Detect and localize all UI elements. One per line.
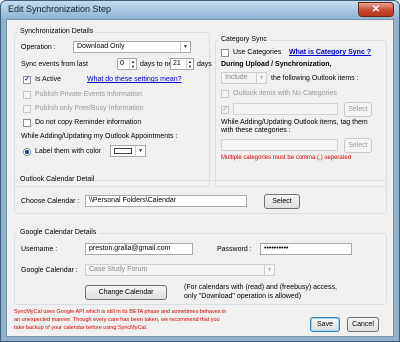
filter-select-button[interactable]: Select bbox=[344, 102, 372, 117]
radio-selected-dot bbox=[25, 150, 29, 154]
calendar-access-note-line2: only "Download" operation is allowed) bbox=[184, 293, 302, 300]
window-title: Edit Synchronization Step bbox=[8, 4, 112, 14]
operation-value: Download Only bbox=[77, 43, 125, 50]
is-active-checkbox[interactable]: ✓ bbox=[23, 76, 31, 84]
category-sync-help-link[interactable]: What is Category Sync ? bbox=[289, 49, 371, 56]
days-last-spin-icon[interactable]: ▲ ▼ bbox=[129, 59, 136, 69]
include-dropdown-icon[interactable]: ▼ bbox=[256, 73, 266, 83]
is-active-label: Is Active bbox=[35, 76, 62, 83]
sync-range-label: Sync events from last bbox=[21, 61, 88, 68]
days-suffix-label: days bbox=[197, 61, 212, 68]
close-button[interactable]: ✕ bbox=[358, 2, 394, 17]
no-categories-label: Outlook items with No Categories bbox=[233, 90, 337, 97]
appointments-label: While Adding/Updating my Outlook Appoint… bbox=[21, 133, 178, 140]
username-input[interactable]: preston.gralla@gmail.com bbox=[85, 243, 193, 255]
days-last-value: 0 bbox=[120, 60, 124, 67]
during-upload-label: During Upload / Synchronization, bbox=[221, 61, 332, 68]
username-label: Username : bbox=[21, 246, 58, 253]
publish-freebusy-checkbox[interactable] bbox=[23, 105, 31, 113]
tag-label-line2: with these categories : bbox=[221, 127, 291, 134]
settings-help-link[interactable]: What do these settings mean? bbox=[87, 76, 182, 83]
calendar-access-note-line1: (For calendars with (read) and (freebusy… bbox=[184, 284, 337, 291]
days-next-spin-icon[interactable]: ▲ ▼ bbox=[186, 59, 193, 69]
filter-categories-checkbox[interactable]: ✓ bbox=[221, 106, 229, 114]
password-value: •••••••••• bbox=[264, 245, 289, 252]
dialog-client-area: Synchronization Details Operation : Down… bbox=[6, 19, 394, 337]
days-last-stepper[interactable]: 0 ▲ ▼ bbox=[117, 58, 137, 70]
save-button[interactable]: Save bbox=[310, 317, 340, 332]
operation-select[interactable]: Download Only ▼ bbox=[73, 41, 191, 53]
tag-label-line1: While Adding/Updating Outlook items, tag… bbox=[221, 119, 368, 126]
username-value: preston.gralla@gmail.com bbox=[89, 245, 171, 252]
outlook-calendar-path-field[interactable]: \\Personal Folders\Calendar bbox=[85, 195, 247, 207]
no-categories-checkbox[interactable] bbox=[221, 90, 229, 98]
following-items-label: the following Outlook items : bbox=[271, 75, 359, 82]
google-calendar-value: Case Study Forum bbox=[89, 266, 148, 273]
password-label: Password : bbox=[217, 246, 252, 253]
google-calendar-select[interactable]: Case Study Forum ▼ bbox=[85, 264, 275, 276]
publish-private-checkbox[interactable] bbox=[23, 91, 31, 99]
operation-dropdown-icon[interactable]: ▼ bbox=[180, 42, 190, 52]
cancel-button[interactable]: Cancel bbox=[347, 317, 379, 332]
operation-label: Operation : bbox=[21, 44, 56, 51]
use-categories-checkbox[interactable] bbox=[221, 49, 229, 57]
color-dropdown-icon[interactable]: ▼ bbox=[135, 146, 145, 156]
outlook-calendar-path: \\Personal Folders\Calendar bbox=[89, 197, 177, 204]
tag-categories-field[interactable] bbox=[221, 139, 338, 151]
use-categories-label: Use Categories bbox=[233, 49, 282, 56]
spin-down-icon[interactable]: ▼ bbox=[188, 64, 192, 69]
label-color-radio[interactable] bbox=[23, 148, 31, 156]
days-next-stepper[interactable]: 21 ▲ ▼ bbox=[170, 58, 194, 70]
change-calendar-button[interactable]: Change Calendar bbox=[85, 285, 167, 300]
filter-categories-field[interactable] bbox=[233, 103, 338, 115]
category-warning: Multiple categories must be comma (,) se… bbox=[221, 155, 352, 161]
spin-down-icon[interactable]: ▼ bbox=[131, 64, 135, 69]
tag-select-button[interactable]: Select bbox=[344, 138, 372, 153]
no-reminder-label: Do not copy Reminder information bbox=[35, 119, 142, 126]
google-calendar-dropdown-icon[interactable]: ▼ bbox=[264, 265, 274, 275]
password-input[interactable]: •••••••••• bbox=[260, 243, 352, 255]
beta-note-line1: SyncMyCal uses Google API which is still… bbox=[14, 309, 227, 315]
google-calendar-label: Google Calendar : bbox=[21, 267, 78, 274]
include-value: Include bbox=[225, 74, 248, 81]
choose-calendar-label: Choose Calendar : bbox=[21, 198, 80, 205]
sync-details-legend: Synchronization Details bbox=[18, 28, 96, 35]
google-calendar-legend: Google Calendar Details bbox=[18, 229, 99, 236]
title-bar[interactable]: Edit Synchronization Step ✕ bbox=[1, 1, 399, 19]
include-select[interactable]: Include ▼ bbox=[221, 72, 267, 84]
label-color-label: Label them with color bbox=[35, 148, 102, 155]
category-sync-legend: Category Sync bbox=[219, 36, 269, 43]
publish-private-label: Publish Private Events Information bbox=[35, 91, 142, 98]
publish-freebusy-label: Publish only Free/Busy Information bbox=[35, 105, 144, 112]
days-next-value: 21 bbox=[173, 60, 181, 67]
color-swatch bbox=[114, 148, 132, 154]
beta-note-line2: an unexpected manner. Though every care … bbox=[14, 317, 220, 323]
outlook-select-button[interactable]: Select bbox=[264, 194, 300, 209]
beta-note-line3: take backup of your calendar before usin… bbox=[14, 325, 148, 331]
color-picker[interactable]: ▼ bbox=[110, 145, 146, 157]
outlook-calendar-legend: Outlook Calendar Detail bbox=[18, 176, 97, 183]
dialog-window: Edit Synchronization Step ✕ Synchronizat… bbox=[0, 0, 400, 342]
no-reminder-checkbox[interactable] bbox=[23, 119, 31, 127]
